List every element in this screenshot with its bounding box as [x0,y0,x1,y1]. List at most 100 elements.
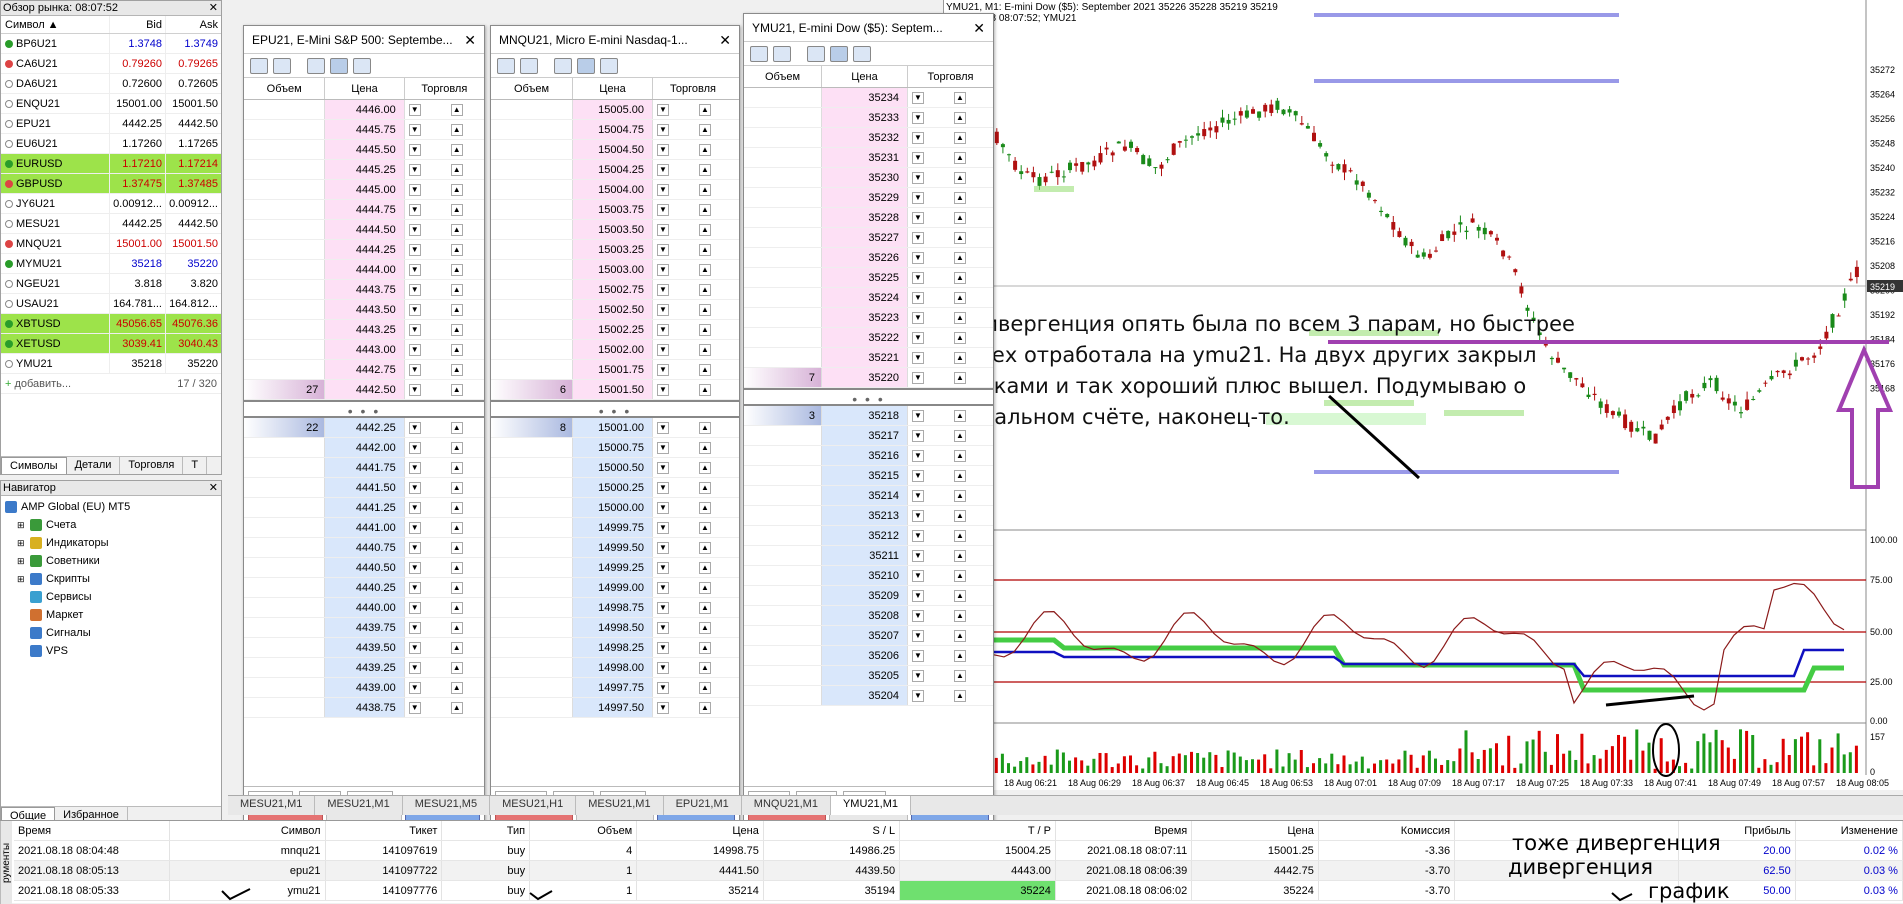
ask-level-row[interactable]: 4444.25 ▼ ▲ [244,240,484,260]
ask-level-row[interactable]: 35231 ▼ ▲ [744,148,993,168]
chevron-down-icon[interactable]: ▼ [657,461,669,474]
ask-level-row[interactable]: 27 4442.50 ▼ ▲ [244,380,484,400]
chevron-up-icon[interactable]: ▲ [954,331,966,344]
ask-level-row[interactable]: 4444.50 ▼ ▲ [244,220,484,240]
bid-level-row[interactable]: 35213 ▼ ▲ [744,506,993,526]
chevron-down-icon[interactable]: ▼ [408,561,421,574]
chevron-down-icon[interactable]: ▼ [912,271,924,284]
chevron-up-icon[interactable]: ▲ [954,469,966,482]
chevron-down-icon[interactable]: ▼ [408,303,421,316]
chevron-up-icon[interactable]: ▲ [699,203,711,216]
bid-level-row[interactable]: 14999.50 ▼ ▲ [491,538,739,558]
chevron-up-icon[interactable]: ▲ [954,449,966,462]
chevron-down-icon[interactable]: ▼ [912,311,924,324]
chevron-up-icon[interactable]: ▲ [954,669,966,682]
chevron-up-icon[interactable]: ▲ [450,421,463,434]
chevron-down-icon[interactable]: ▼ [408,263,421,276]
chevron-up-icon[interactable]: ▲ [699,263,711,276]
ask-level-row[interactable]: 15004.25 ▼ ▲ [491,160,739,180]
chevron-up-icon[interactable]: ▲ [699,701,711,714]
navigator-item[interactable]: Маркет [17,606,217,624]
chevron-down-icon[interactable]: ▼ [912,549,924,562]
chevron-up-icon[interactable]: ▲ [450,163,463,176]
chevron-down-icon[interactable]: ▼ [408,581,421,594]
chevron-up-icon[interactable]: ▲ [954,291,966,304]
bid-level-row[interactable]: 35212 ▼ ▲ [744,526,993,546]
bid-level-row[interactable]: 14999.25 ▼ ▲ [491,558,739,578]
chevron-down-icon[interactable]: ▼ [912,589,924,602]
chevron-down-icon[interactable]: ▼ [657,541,669,554]
bid-level-row[interactable]: 14999.75 ▼ ▲ [491,518,739,538]
levels-icon[interactable] [353,57,371,74]
ask-level-row[interactable]: 35234 ▼ ▲ [744,88,993,108]
market-watch-row[interactable]: CA6U21 0.79260 0.79265 [1,54,221,74]
chevron-up-icon[interactable]: ▲ [450,461,463,474]
chevron-down-icon[interactable]: ▼ [912,569,924,582]
bid-level-row[interactable]: 35205 ▼ ▲ [744,666,993,686]
ask-level-row[interactable]: 35232 ▼ ▲ [744,128,993,148]
chevron-down-icon[interactable]: ▼ [912,489,924,502]
ask-level-row[interactable]: 4443.00 ▼ ▲ [244,340,484,360]
chevron-up-icon[interactable]: ▲ [699,283,711,296]
market-watch-row[interactable]: EPU21 4442.25 4442.50 [1,114,221,134]
bid-level-row[interactable]: 4442.00 ▼ ▲ [244,438,484,458]
ask-level-row[interactable]: 35225 ▼ ▲ [744,268,993,288]
chevron-up-icon[interactable]: ▲ [450,581,463,594]
navigator-item[interactable]: ⊞ Скрипты [17,570,217,588]
chart-icon[interactable] [750,45,768,62]
bid-level-row[interactable]: 4441.25 ▼ ▲ [244,498,484,518]
chevron-down-icon[interactable]: ▼ [408,661,421,674]
chevron-up-icon[interactable]: ▲ [450,283,463,296]
ask-level-row[interactable]: 4445.00 ▼ ▲ [244,180,484,200]
bid-level-row[interactable]: 35210 ▼ ▲ [744,566,993,586]
chart-icon[interactable] [497,57,515,74]
chevron-down-icon[interactable]: ▼ [657,481,669,494]
ask-level-row[interactable]: 4444.75 ▼ ▲ [244,200,484,220]
chevron-down-icon[interactable]: ▼ [657,103,669,116]
chevron-up-icon[interactable]: ▲ [450,521,463,534]
settings-icon[interactable] [273,57,291,74]
chevron-down-icon[interactable]: ▼ [408,343,421,356]
chevron-up-icon[interactable]: ▲ [954,409,966,422]
ask-level-row[interactable]: 35227 ▼ ▲ [744,228,993,248]
chevron-down-icon[interactable]: ▼ [912,509,924,522]
chart-tab[interactable]: MESU21,H1 [490,796,577,815]
chevron-up-icon[interactable]: ▲ [699,561,711,574]
ask-level-row[interactable]: 15002.75 ▼ ▲ [491,280,739,300]
spread-separator[interactable]: • • • [744,388,993,407]
chevron-down-icon[interactable]: ▼ [408,203,421,216]
chevron-up-icon[interactable]: ▲ [699,343,711,356]
chevron-up-icon[interactable]: ▲ [954,549,966,562]
market-watch-row[interactable]: NGEU21 3.818 3.820 [1,274,221,294]
symbol-column-header[interactable]: Символ ▲ [1,16,109,33]
chevron-up-icon[interactable]: ▲ [699,621,711,634]
market-watch-row[interactable]: XETUSD 3039.41 3040.43 [1,334,221,354]
chevron-down-icon[interactable]: ▼ [408,383,421,396]
bid-column-header[interactable]: Bid [109,16,165,33]
chevron-down-icon[interactable]: ▼ [657,441,669,454]
chevron-up-icon[interactable]: ▲ [450,363,463,376]
chevron-down-icon[interactable]: ▼ [408,421,421,434]
chevron-up-icon[interactable]: ▲ [954,191,966,204]
chevron-up-icon[interactable]: ▲ [450,541,463,554]
chevron-down-icon[interactable]: ▼ [912,469,924,482]
add-symbol-link[interactable]: добавить... [14,374,71,394]
tab-more[interactable]: Т [183,457,208,474]
chevron-down-icon[interactable]: ▼ [912,371,924,384]
chevron-up-icon[interactable]: ▲ [699,641,711,654]
ask-level-row[interactable]: 35233 ▼ ▲ [744,108,993,128]
ask-level-row[interactable]: 35228 ▼ ▲ [744,208,993,228]
column-icon[interactable] [330,57,348,74]
chevron-up-icon[interactable]: ▲ [450,203,463,216]
chevron-down-icon[interactable]: ▼ [912,649,924,662]
chevron-down-icon[interactable]: ▼ [408,243,421,256]
chevron-up-icon[interactable]: ▲ [450,641,463,654]
bid-level-row[interactable]: 14998.75 ▼ ▲ [491,598,739,618]
navigator-item[interactable]: ⊞ Счета [17,516,217,534]
chevron-up-icon[interactable]: ▲ [699,441,711,454]
chevron-down-icon[interactable]: ▼ [408,123,421,136]
close-icon[interactable]: ✕ [209,1,218,16]
chevron-up-icon[interactable]: ▲ [699,243,711,256]
tab-details[interactable]: Детали [67,457,121,474]
chevron-down-icon[interactable]: ▼ [408,163,421,176]
